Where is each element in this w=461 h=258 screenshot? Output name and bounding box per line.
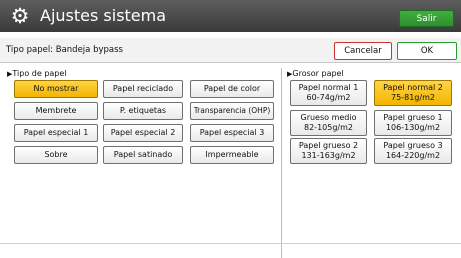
paper-type-reciclado-button[interactable]: Papel reciclado xyxy=(103,80,183,98)
paper-weight-name: Papel normal 1 xyxy=(298,83,359,92)
paper-weight-grueso1-button[interactable]: Papel grueso 1 106-130g/m2 xyxy=(374,110,452,136)
paper-weight-range: 82-105g/m2 xyxy=(304,123,353,132)
paper-type-especial2-button[interactable]: Papel especial 2 xyxy=(103,124,183,142)
paper-weight-name: Papel grueso 1 xyxy=(383,113,443,122)
paper-type-membrete-button[interactable]: Membrete xyxy=(14,102,98,120)
paper-type-heading-text: Tipo de papel xyxy=(12,69,67,78)
paper-weight-grueso2-button[interactable]: Papel grueso 2 131-163g/m2 xyxy=(290,138,367,164)
paper-weight-normal1-button[interactable]: Papel normal 1 60-74g/m2 xyxy=(290,80,367,106)
paper-type-impermeable-button[interactable]: Impermeable xyxy=(190,146,274,164)
exit-button[interactable]: Salir xyxy=(399,10,454,27)
paper-type-especial3-button[interactable]: Papel especial 3 xyxy=(190,124,274,142)
window-title: Ajustes sistema xyxy=(40,6,167,25)
paper-weight-name: Papel grueso 2 xyxy=(298,141,359,150)
paper-type-color-button[interactable]: Papel de color xyxy=(190,80,274,98)
column-divider xyxy=(281,68,282,258)
paper-weight-name: Papel normal 2 xyxy=(383,83,443,92)
paper-weight-name: Papel grueso 3 xyxy=(383,141,443,150)
paper-type-etiquetas-button[interactable]: P. etiquetas xyxy=(103,102,183,120)
paper-weight-range: 60-74g/m2 xyxy=(306,93,351,102)
paper-type-ohp-button[interactable]: Transparencia (OHP) xyxy=(190,102,274,120)
paper-weight-heading: ▶Grosor papel xyxy=(287,69,344,79)
bottom-divider xyxy=(0,243,461,244)
paper-type-satinado-button[interactable]: Papel satinado xyxy=(103,146,183,164)
ok-button[interactable]: OK xyxy=(397,42,457,60)
paper-weight-grueso3-button[interactable]: Papel grueso 3 164-220g/m2 xyxy=(374,138,452,164)
paper-weight-heading-text: Grosor papel xyxy=(292,69,344,78)
paper-weight-range: 75-81g/m2 xyxy=(391,93,435,102)
paper-weight-normal2-button[interactable]: Papel normal 2 75-81g/m2 xyxy=(374,80,452,106)
paper-weight-name: Grueso medio xyxy=(300,113,357,122)
paper-weight-medio-button[interactable]: Grueso medio 82-105g/m2 xyxy=(290,110,367,136)
paper-weight-range: 164-220g/m2 xyxy=(385,151,441,160)
paper-type-no-mostrar-button[interactable]: No mostrar xyxy=(14,80,98,98)
paper-weight-range: 106-130g/m2 xyxy=(385,123,441,132)
paper-type-heading: ▶Tipo de papel xyxy=(7,69,67,79)
paper-weight-range: 131-163g/m2 xyxy=(301,151,356,160)
gear-icon: ⚙ xyxy=(10,4,30,28)
paper-type-sobre-button[interactable]: Sobre xyxy=(14,146,98,164)
paper-type-especial1-button[interactable]: Papel especial 1 xyxy=(14,124,98,142)
paper-tray-label: Tipo papel: Bandeja bypass xyxy=(6,45,123,55)
cancel-button[interactable]: Cancelar xyxy=(334,42,392,60)
